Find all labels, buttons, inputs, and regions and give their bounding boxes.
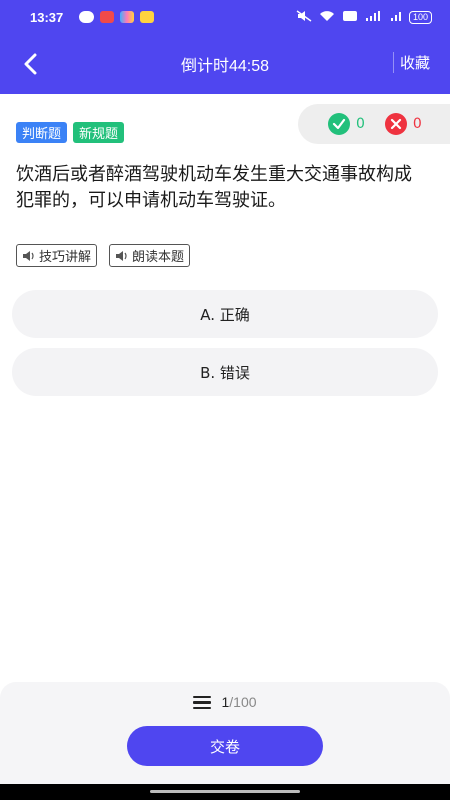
read-aloud-button[interactable]: 朗读本题 [109,244,191,267]
question-type-tag: 判断题 [16,122,68,143]
wrong-count: 0 [412,116,422,132]
app-notification-icon [100,11,115,23]
status-bar: 13:37 100 [0,0,450,34]
battery-icon: 100 [408,10,432,24]
question-tools: 技巧讲解 朗读本题 [16,244,191,267]
read-aloud-label: 朗读本题 [132,250,185,265]
menu-icon[interactable] [193,695,212,710]
progress-row: 1/100 [0,694,450,711]
question-tags: 判断题 新规题 [16,122,125,143]
check-icon [328,113,350,135]
option-a[interactable]: A. 正确 [12,290,438,338]
notification-icons [79,11,155,23]
signal-icon [390,10,402,25]
submit-button[interactable]: 交卷 [127,726,323,766]
status-time: 13:37 [30,9,64,25]
system-nav-bar [0,784,450,800]
wechat-icon [79,11,95,23]
app-notification-icon [120,11,135,23]
hd-icon [342,10,358,25]
speaker-icon [23,250,34,261]
speaker-icon [116,250,127,261]
new-rule-tag: 新规题 [73,122,125,143]
option-b[interactable]: B. 错误 [12,348,438,396]
wifi-icon [319,10,335,25]
tips-button[interactable]: 技巧讲解 [16,244,98,267]
signal-icon [365,10,383,25]
home-indicator[interactable] [150,790,300,793]
progress-indicator: 1/100 [221,694,256,711]
question-text: 饮酒后或者醉酒驾驶机动车发生重大交通事故构成犯罪的，可以申请机动车驾驶证。 [16,164,412,211]
favorite-button[interactable]: 收藏 [392,52,430,73]
score-panel: 0 0 [298,104,450,144]
system-icons: 100 [296,9,432,25]
nav-bar: 倒计时44:58 收藏 [0,34,450,94]
progress-total: /100 [229,694,257,710]
countdown-title: 倒计时44:58 [180,58,270,75]
app-notification-icon [140,11,155,23]
mute-icon [296,9,312,25]
correct-count: 0 [356,116,365,132]
close-icon [384,113,407,135]
tips-label: 技巧讲解 [39,250,92,265]
bottom-panel: 1/100 交卷 [0,682,450,784]
